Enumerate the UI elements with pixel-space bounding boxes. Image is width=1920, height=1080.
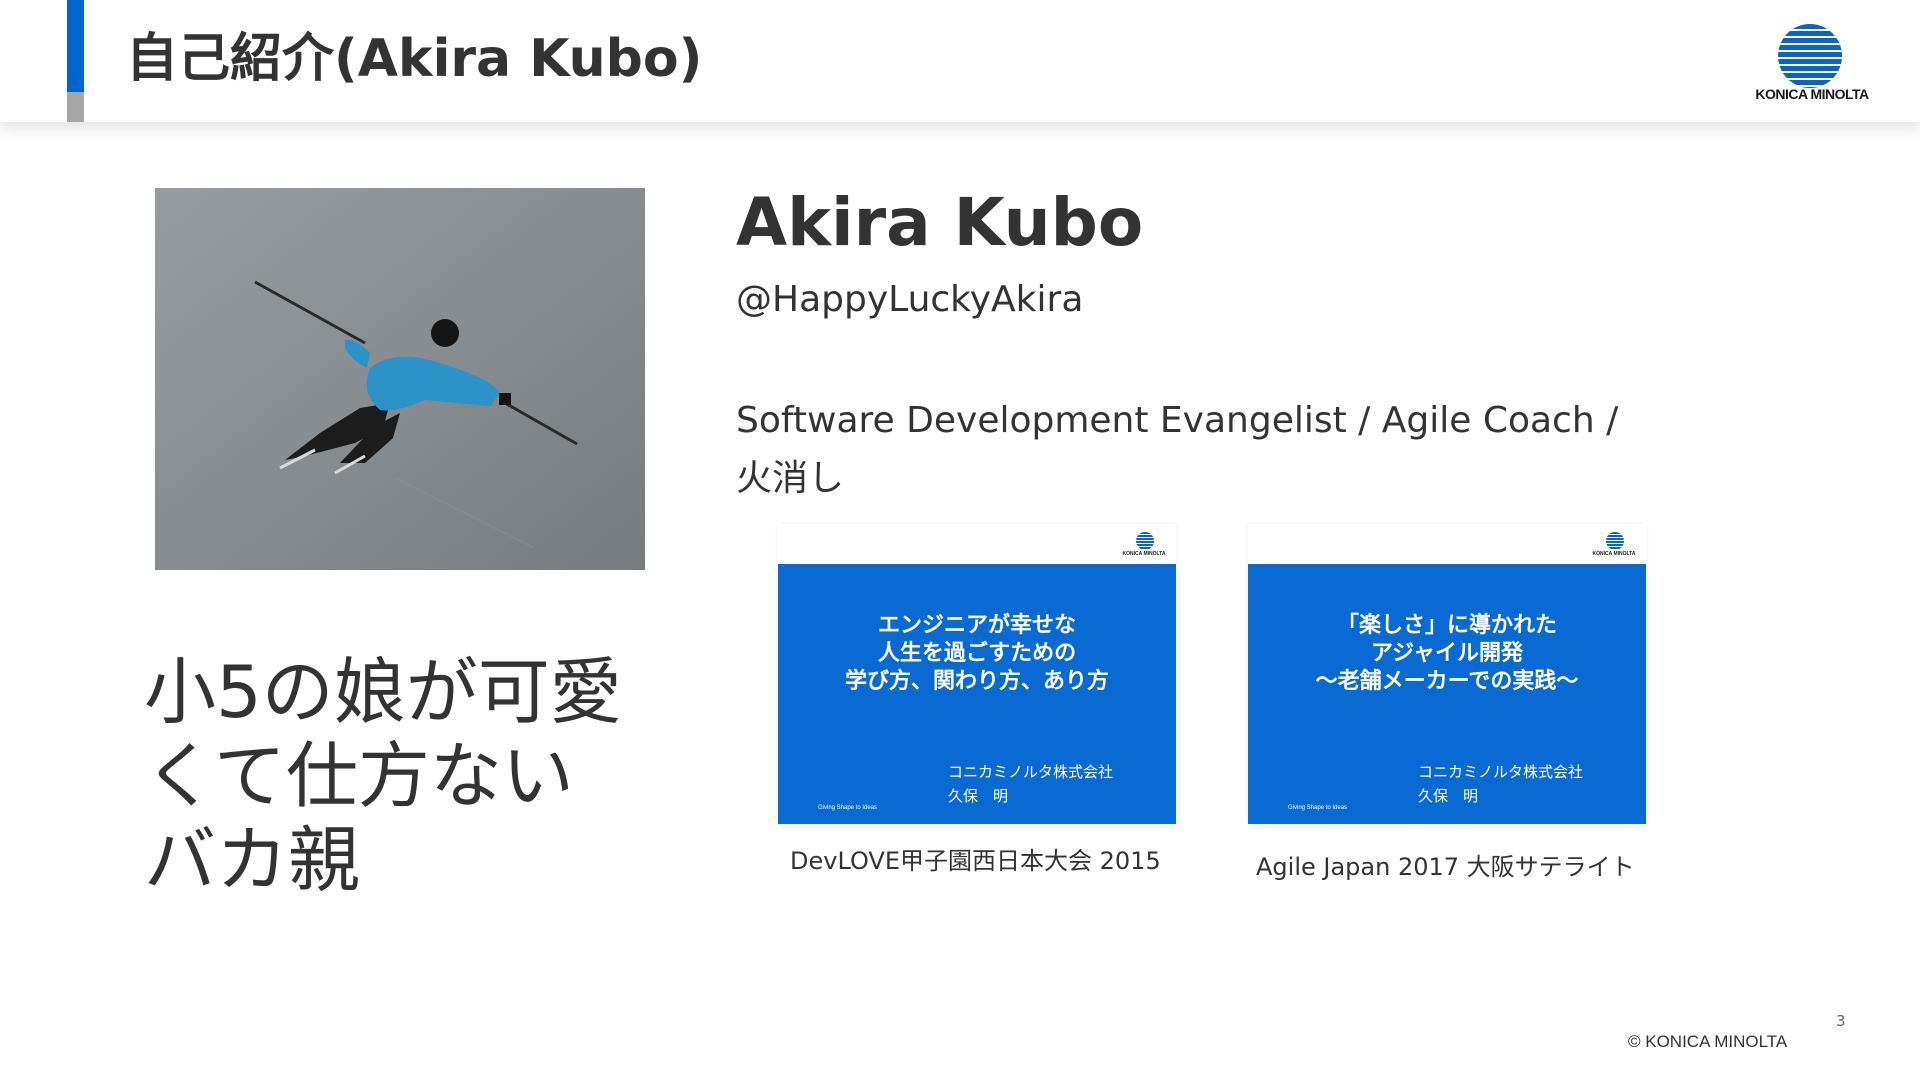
roles-line-2: 火消し: [736, 458, 845, 499]
thumb-company-name: コニカミノルタ株式会社: [1418, 763, 1584, 781]
thumb-title-panel: 「楽しさ」に導かれた アジャイル開発 ～老舗メーカーでの実践～ コニカミノルタ株…: [1248, 564, 1646, 824]
thumb-tagline: Giving Shape to Ideas: [1288, 805, 1348, 811]
thumb-title-panel: エンジニアが幸せな 人生を過ごすための 学び方、関わり方、あり方 コニカミノルタ…: [778, 564, 1176, 824]
skier-photo: [155, 188, 645, 570]
thumb-logo: KONICA MINOLTA: [1123, 532, 1165, 562]
thumb-title: エンジニアが幸せな 人生を過ごすための 学び方、関わり方、あり方: [778, 612, 1176, 696]
thumb-company: コニカミノルタ株式会社 久保 明: [1418, 760, 1583, 808]
talk-thumbnail-devlove: KONICA MINOLTA エンジニアが幸せな 人生を過ごすための 学び方、関…: [778, 524, 1176, 824]
talk-caption-agile-japan: Agile Japan 2017 大阪サテライト: [1256, 853, 1635, 881]
daughter-message: 小5の娘が可愛 くて仕方ない バカ親: [144, 650, 664, 902]
copyright-notice: © KONICA MINOLTA: [1628, 1032, 1788, 1051]
thumb-title-line: エンジニアが幸せな: [877, 613, 1076, 638]
thumb-title-line: 学び方、関わり方、あり方: [844, 669, 1109, 694]
konica-minolta-globe-icon: [1778, 24, 1842, 88]
thumb-company: コニカミノルタ株式会社 久保 明: [948, 760, 1113, 808]
thumb-title-line: アジャイル開発: [1370, 641, 1524, 666]
konica-minolta-globe-icon: [1136, 532, 1154, 550]
thumb-company-name: コニカミノルタ株式会社: [948, 763, 1114, 781]
roles-line-1: Software Development Evangelist / Agile …: [736, 400, 1619, 441]
talk-caption-devlove: DevLOVE甲子園西日本大会 2015: [790, 847, 1161, 875]
konica-minolta-globe-icon: [1606, 532, 1624, 550]
profile-name: Akira Kubo: [736, 184, 1144, 261]
thumb-title-line: 「楽しさ」に導かれた: [1336, 613, 1557, 638]
daughter-line-1: 小5の娘が可愛: [144, 650, 622, 734]
thumb-author: 久保 明: [1418, 787, 1479, 805]
logo-text: KONICA MINOLTA: [1755, 86, 1869, 102]
thumb-author: 久保 明: [948, 787, 1009, 805]
thumb-title-line: ～老舗メーカーでの実践～: [1315, 669, 1579, 694]
skier-illustration: [155, 188, 645, 570]
daughter-line-2: くて仕方ない: [144, 734, 574, 818]
profile-roles: Software Development Evangelist / Agile …: [736, 392, 1636, 508]
thumb-title-line: 人生を過ごすための: [877, 641, 1077, 666]
talk-thumbnail-agile-japan: KONICA MINOLTA 「楽しさ」に導かれた アジャイル開発 ～老舗メーカ…: [1248, 524, 1646, 824]
header-accent-blue: [67, 0, 84, 92]
slide-header: 自己紹介(Akira Kubo) KONICA MINOLTA: [0, 0, 1920, 122]
page-number: 3: [1836, 1012, 1846, 1030]
thumb-logo-text: KONICA MINOLTA: [1592, 551, 1636, 557]
profile-handle: @HappyLuckyAkira: [736, 279, 1084, 320]
thumb-title: 「楽しさ」に導かれた アジャイル開発 ～老舗メーカーでの実践～: [1248, 612, 1646, 696]
thumb-tagline: Giving Shape to Ideas: [818, 805, 878, 811]
company-logo: KONICA MINOLTA: [1742, 24, 1882, 104]
slide-title: 自己紹介(Akira Kubo): [126, 29, 703, 89]
daughter-line-3: バカ親: [144, 818, 361, 902]
thumb-logo-text: KONICA MINOLTA: [1122, 551, 1166, 557]
header-accent-gray: [67, 92, 84, 122]
thumb-logo: KONICA MINOLTA: [1593, 532, 1635, 562]
